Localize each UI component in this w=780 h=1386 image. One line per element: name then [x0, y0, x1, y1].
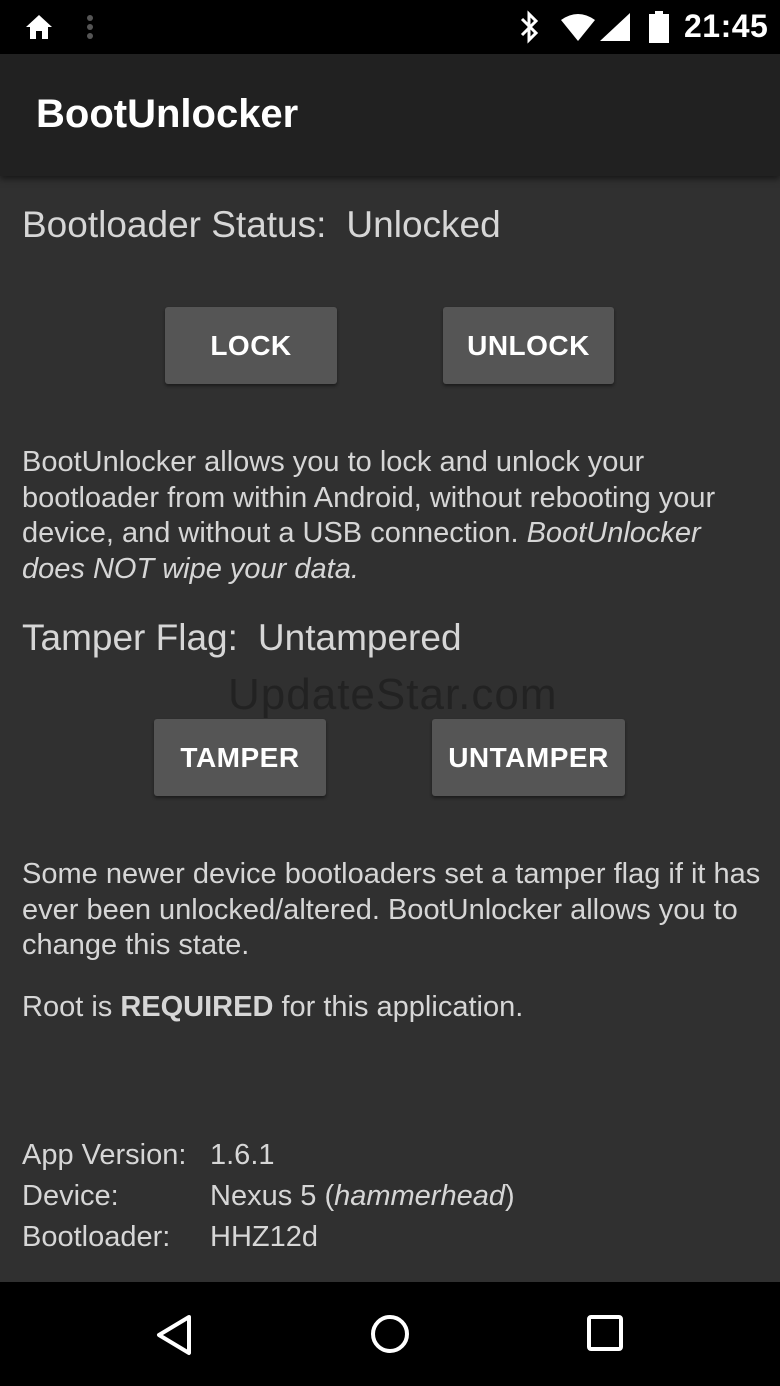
navigation-bar [0, 1282, 780, 1386]
bootloader-value: HHZ12d [210, 1221, 318, 1253]
battery-icon [648, 10, 670, 49]
bluetooth-icon [518, 10, 542, 49]
lock-button[interactable]: LOCK [165, 307, 337, 384]
bootloader-status-label: Bootloader Status: [22, 204, 327, 245]
unlock-button[interactable]: UNLOCK [443, 307, 614, 384]
app-bar: BootUnlocker [0, 54, 780, 176]
tamper-description: Some newer device bootloaders set a tamp… [22, 858, 761, 961]
tamper-status: Tamper Flag: Untampered [22, 617, 462, 659]
home-circle-icon[interactable] [370, 1314, 410, 1359]
bootloader-status-value: Unlocked [346, 204, 501, 245]
bootloader-description: BootUnlocker allows you to lock and unlo… [22, 445, 762, 587]
device-value: Nexus 5 (hammerhead) [210, 1180, 515, 1213]
device-label: Device: [22, 1180, 119, 1212]
tamper-status-label: Tamper Flag: [22, 617, 238, 658]
root-notice-suffix: for this application. [273, 991, 524, 1023]
device-codename: hammerhead [334, 1180, 505, 1212]
untamper-button[interactable]: UNTAMPER [432, 719, 625, 796]
watermark: UpdateStar.com [228, 670, 558, 719]
signal-icon [598, 12, 632, 47]
status-clock: 21:45 [684, 8, 769, 44]
device-name: Nexus 5 ( [210, 1180, 335, 1212]
app-version-label: App Version: [22, 1139, 187, 1171]
root-notice-emphasis: REQUIRED [120, 991, 274, 1023]
bootloader-status: Bootloader Status: Unlocked [22, 204, 501, 246]
tamper-status-value: Untampered [257, 617, 462, 658]
app-version-value: 1.6.1 [210, 1139, 275, 1171]
menu-dots-icon [86, 14, 94, 45]
bootloader-label: Bootloader: [22, 1221, 171, 1253]
root-notice: Root is REQUIRED for this application. [22, 990, 762, 1026]
app-title: BootUnlocker [36, 92, 299, 136]
tamper-button[interactable]: TAMPER [154, 719, 326, 796]
home-icon [24, 12, 54, 47]
status-bar: 21:45 [0, 0, 780, 54]
recents-icon[interactable] [586, 1314, 624, 1357]
back-icon[interactable] [154, 1314, 194, 1361]
root-notice-prefix: Root is [22, 991, 121, 1023]
wifi-icon [560, 12, 596, 47]
device-close: ) [504, 1180, 515, 1212]
